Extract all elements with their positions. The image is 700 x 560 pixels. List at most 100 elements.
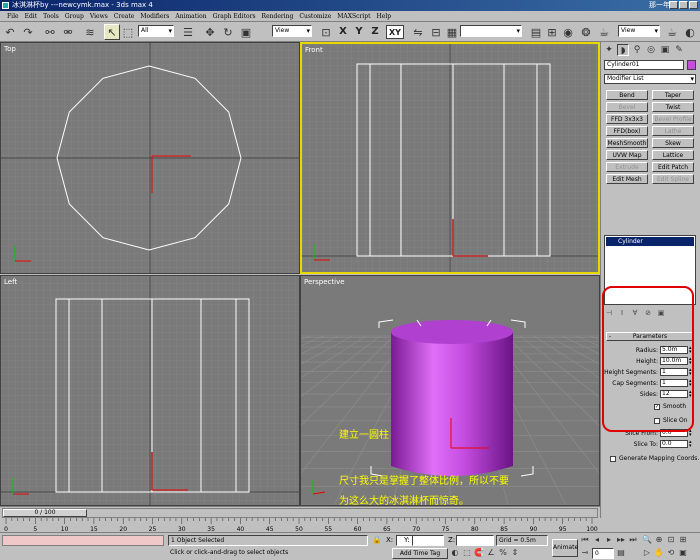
viewport-label-front[interactable]: Front — [305, 46, 323, 54]
undo-icon[interactable]: ↶ — [2, 24, 18, 40]
slice-from-input[interactable]: 0.0 — [660, 429, 688, 437]
modifier-button-bend[interactable]: Bend — [606, 90, 648, 100]
viewport-top[interactable]: Top — [0, 42, 300, 274]
material-editor-icon[interactable]: ◉ — [560, 24, 576, 40]
modifier-button-meshsmooth[interactable]: MeshSmooth — [606, 138, 648, 148]
menu-group[interactable]: Group — [62, 11, 87, 21]
height-segments-spinner[interactable]: ▴ ▾ — [689, 368, 694, 377]
zoom-extents-icon[interactable]: ⊡ — [666, 535, 676, 545]
mirror-icon[interactable]: ⇋ — [410, 24, 426, 40]
link-icon[interactable]: ⚯ — [42, 24, 58, 40]
unlink-icon[interactable]: ⚮ — [60, 24, 76, 40]
modifier-button-ffd-box-[interactable]: FFD(box) — [606, 126, 648, 136]
show-end-result-icon[interactable]: Ⅰ — [617, 308, 627, 318]
go-to-start-icon[interactable]: ⏮ — [580, 535, 590, 545]
align-icon[interactable]: ⊟ — [428, 24, 444, 40]
angle-snap-icon[interactable]: ∠ — [486, 548, 496, 558]
menu-graph-editors[interactable]: Graph Editors — [210, 11, 259, 21]
stack-item-cylinder[interactable]: Cylinder — [606, 237, 694, 246]
motion-tab-icon[interactable]: ◎ — [645, 44, 657, 56]
modifier-button-edit-patch[interactable]: Edit Patch — [652, 162, 694, 172]
play-icon[interactable]: ▸ — [604, 535, 614, 545]
render-last-icon[interactable]: ☕ — [664, 24, 680, 40]
maximize-button[interactable] — [679, 1, 688, 9]
modifier-button-edit-mesh[interactable]: Edit Mesh — [606, 174, 648, 184]
display-tab-icon[interactable]: ▣ — [659, 44, 671, 56]
schematic-view-icon[interactable]: ⊞ — [544, 24, 560, 40]
time-slider-thumb[interactable]: 0 / 100 — [3, 509, 87, 517]
field-of-view-icon[interactable]: ▷ — [642, 548, 652, 558]
height-spinner[interactable]: ▴ ▾ — [689, 357, 694, 366]
render-type-dropdown[interactable]: View — [618, 25, 660, 37]
quick-render-icon[interactable]: ☕ — [596, 24, 612, 40]
cap-segments-spinner[interactable]: ▴ ▾ — [689, 379, 694, 388]
modifier-button-uvw-map[interactable]: UVW Map — [606, 150, 648, 160]
sides-spinner[interactable]: ▴ ▾ — [689, 390, 694, 399]
utilities-tab-icon[interactable]: ✎ — [673, 44, 685, 56]
slice-to-input[interactable]: 0.0 — [660, 440, 688, 448]
menu-views[interactable]: Views — [87, 11, 111, 21]
smooth-checkbox[interactable]: ✓ Smooth — [654, 402, 686, 411]
minimize-button[interactable] — [669, 1, 678, 9]
min-max-toggle-icon[interactable]: ▣ — [678, 548, 688, 558]
modifier-button-twist[interactable]: Twist — [652, 102, 694, 112]
viewport-perspective[interactable]: Perspective 建立一圆柱 尺寸我只是掌握了整体比例，所以不要 为这么大… — [300, 275, 600, 506]
pan-icon[interactable]: ✋ — [654, 548, 664, 558]
pivot-center-icon[interactable]: ⊡ — [318, 24, 334, 40]
restrict-xy-button[interactable]: XY — [386, 25, 404, 39]
viewport-label-perspective[interactable]: Perspective — [304, 278, 345, 286]
make-unique-icon[interactable]: ∀ — [630, 308, 640, 318]
rotate-icon[interactable]: ↻ — [220, 24, 236, 40]
add-time-tag-button[interactable]: Add Time Tag — [392, 548, 448, 559]
viewport-label-top[interactable]: Top — [4, 45, 16, 53]
zoom-extents-all-icon[interactable]: ⊞ — [678, 535, 688, 545]
slice-to-spinner[interactable]: ▴ ▾ — [689, 440, 694, 449]
y-coordinate-field[interactable] — [412, 535, 444, 546]
menu-create[interactable]: Create — [111, 11, 138, 21]
object-name-field[interactable]: Cylinder01 — [604, 60, 684, 70]
close-button[interactable] — [689, 1, 698, 9]
configure-sets-icon[interactable]: ▣ — [656, 308, 666, 318]
go-to-end-icon[interactable]: ⏭ — [628, 535, 638, 545]
pin-stack-icon[interactable]: ⊣ — [604, 308, 614, 318]
slice-on-checkbox[interactable]: Slice On — [654, 416, 688, 425]
percent-snap-icon[interactable]: % — [498, 548, 508, 558]
bind-space-warp-icon[interactable]: ≋ — [82, 24, 98, 40]
menu-maxscript[interactable]: MAXScript — [334, 11, 373, 21]
sides-input[interactable]: 12 — [660, 390, 688, 398]
render-scene-icon[interactable]: ❂ — [578, 24, 594, 40]
select-object-icon[interactable]: ↖ — [104, 24, 120, 40]
time-slider[interactable]: 0 / 100 — [2, 508, 598, 518]
remove-modifier-icon[interactable]: ⊘ — [643, 308, 653, 318]
menu-tools[interactable]: Tools — [40, 11, 62, 21]
crossing-selection-icon[interactable]: ⬚ — [462, 548, 472, 558]
menu-rendering[interactable]: Rendering — [259, 11, 297, 21]
modifier-button-skew[interactable]: Skew — [652, 138, 694, 148]
viewport-front[interactable]: Front — [300, 42, 600, 274]
radius-input[interactable]: 5.0m — [660, 346, 688, 354]
scale-icon[interactable]: ▣ — [238, 24, 254, 40]
radius-spinner[interactable]: ▴ ▾ — [689, 346, 694, 355]
lock-selection-icon[interactable]: 🔒 — [372, 535, 382, 545]
cap-segments-input[interactable]: 1 — [660, 379, 688, 387]
hierarchy-tab-icon[interactable]: ⚲ — [631, 44, 643, 56]
move-icon[interactable]: ✥ — [202, 24, 218, 40]
modifier-button-ffd-3x3x3[interactable]: FFD 3x3x3 — [606, 114, 648, 124]
menu-modifiers[interactable]: Modifiers — [137, 11, 172, 21]
grid-icon[interactable]: ▦ — [444, 24, 460, 40]
menu-animation[interactable]: Animation — [172, 11, 209, 21]
degradation-override-icon[interactable]: ◐ — [450, 548, 460, 558]
viewport-label-left[interactable]: Left — [4, 278, 17, 286]
spinner-snap-icon[interactable]: ⇕ — [510, 548, 520, 558]
reference-coord-dropdown[interactable]: View — [272, 25, 312, 37]
named-selection-dropdown[interactable] — [460, 25, 522, 37]
modifier-button-taper[interactable]: Taper — [652, 90, 694, 100]
next-frame-icon[interactable]: ▸▸ — [616, 535, 626, 545]
z-coordinate-field[interactable] — [456, 535, 494, 546]
restrict-x-button[interactable]: X — [336, 25, 350, 39]
track-bar[interactable]: 0 5 10 15 20 25 30 35 40 45 50 55 60 65 70 75 80 85 90 95 10… — [0, 518, 600, 532]
activeshade-icon[interactable]: ◐ — [682, 24, 698, 40]
select-region-icon[interactable]: ⬚ — [120, 24, 136, 40]
restrict-y-button[interactable]: Y — [352, 25, 366, 39]
arc-rotate-icon[interactable]: ⟲ — [666, 548, 676, 558]
